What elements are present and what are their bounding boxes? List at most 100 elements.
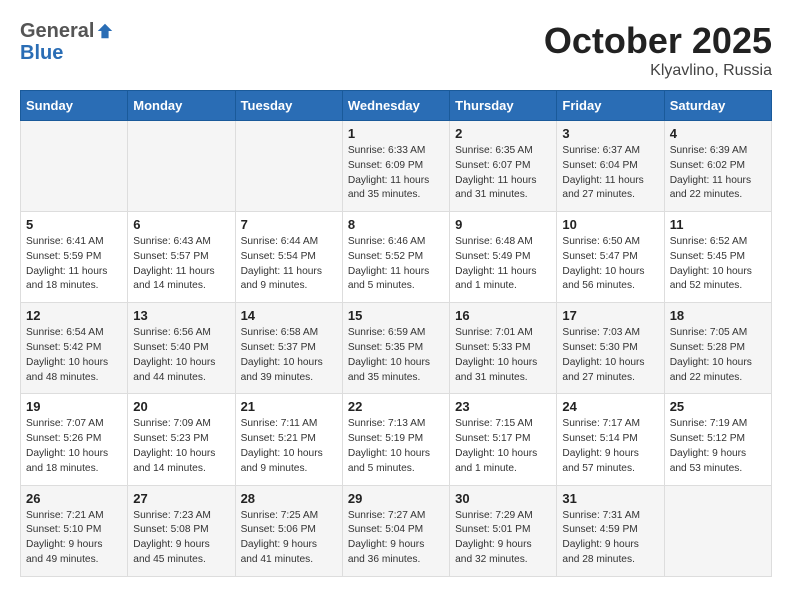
cell-content: Sunrise: 7:09 AMSunset: 5:23 PMDaylight:… bbox=[133, 417, 229, 476]
cell-line: Sunrise: 6:37 AM bbox=[562, 144, 658, 159]
cell-content: Sunrise: 6:59 AMSunset: 5:35 PMDaylight:… bbox=[348, 326, 444, 385]
cell-line: and 9 minutes. bbox=[241, 279, 337, 294]
cell-line: Daylight: 10 hours bbox=[670, 356, 766, 371]
cell-line: Daylight: 9 hours bbox=[26, 538, 122, 553]
cell-line: Daylight: 9 hours bbox=[133, 538, 229, 553]
cell-line: Daylight: 11 hours bbox=[562, 174, 658, 189]
cell-line: and 31 minutes. bbox=[455, 188, 551, 203]
cell-line: Sunset: 5:26 PM bbox=[26, 432, 122, 447]
cell-line: Daylight: 10 hours bbox=[455, 356, 551, 371]
cell-line: Sunrise: 6:52 AM bbox=[670, 235, 766, 250]
weekday-header-friday: Friday bbox=[557, 91, 664, 121]
cell-content: Sunrise: 6:58 AMSunset: 5:37 PMDaylight:… bbox=[241, 326, 337, 385]
cell-line: Daylight: 10 hours bbox=[241, 447, 337, 462]
cell-line: Sunset: 5:47 PM bbox=[562, 250, 658, 265]
cell-line: Sunrise: 7:03 AM bbox=[562, 326, 658, 341]
cell-line: and 41 minutes. bbox=[241, 553, 337, 568]
location: Klyavlino, Russia bbox=[544, 62, 772, 80]
day-number: 19 bbox=[26, 399, 122, 414]
cell-content: Sunrise: 6:52 AMSunset: 5:45 PMDaylight:… bbox=[670, 235, 766, 294]
day-number: 15 bbox=[348, 308, 444, 323]
cell-line: Daylight: 9 hours bbox=[455, 538, 551, 553]
cell-line: Sunrise: 7:07 AM bbox=[26, 417, 122, 432]
cell-line: Sunset: 5:59 PM bbox=[26, 250, 122, 265]
cell-content: Sunrise: 7:23 AMSunset: 5:08 PMDaylight:… bbox=[133, 509, 229, 568]
cell-line: and 52 minutes. bbox=[670, 279, 766, 294]
calendar-cell: 2Sunrise: 6:35 AMSunset: 6:07 PMDaylight… bbox=[450, 121, 557, 212]
calendar-cell: 3Sunrise: 6:37 AMSunset: 6:04 PMDaylight… bbox=[557, 121, 664, 212]
cell-line: Daylight: 11 hours bbox=[241, 265, 337, 280]
cell-line: Sunrise: 6:35 AM bbox=[455, 144, 551, 159]
day-number: 1 bbox=[348, 126, 444, 141]
cell-line: Sunset: 5:42 PM bbox=[26, 341, 122, 356]
calendar-cell: 22Sunrise: 7:13 AMSunset: 5:19 PMDayligh… bbox=[342, 394, 449, 485]
cell-line: Sunrise: 6:46 AM bbox=[348, 235, 444, 250]
logo-text: General Blue bbox=[20, 20, 114, 64]
cell-line: Sunrise: 7:19 AM bbox=[670, 417, 766, 432]
cell-line: and 31 minutes. bbox=[455, 371, 551, 386]
calendar-cell: 25Sunrise: 7:19 AMSunset: 5:12 PMDayligh… bbox=[664, 394, 771, 485]
cell-line: and 9 minutes. bbox=[241, 462, 337, 477]
cell-line: Daylight: 11 hours bbox=[670, 174, 766, 189]
day-number: 26 bbox=[26, 491, 122, 506]
cell-line: Sunset: 5:54 PM bbox=[241, 250, 337, 265]
week-row-4: 19Sunrise: 7:07 AMSunset: 5:26 PMDayligh… bbox=[21, 394, 772, 485]
cell-line: and 35 minutes. bbox=[348, 188, 444, 203]
cell-content: Sunrise: 6:48 AMSunset: 5:49 PMDaylight:… bbox=[455, 235, 551, 294]
cell-content: Sunrise: 7:29 AMSunset: 5:01 PMDaylight:… bbox=[455, 509, 551, 568]
cell-line: Sunrise: 6:58 AM bbox=[241, 326, 337, 341]
day-number: 16 bbox=[455, 308, 551, 323]
month-title: October 2025 bbox=[544, 20, 772, 62]
cell-line: Sunrise: 6:39 AM bbox=[670, 144, 766, 159]
calendar-cell: 1Sunrise: 6:33 AMSunset: 6:09 PMDaylight… bbox=[342, 121, 449, 212]
day-number: 29 bbox=[348, 491, 444, 506]
logo: General Blue bbox=[20, 20, 114, 64]
logo-blue: Blue bbox=[20, 42, 114, 64]
cell-line: Sunset: 5:14 PM bbox=[562, 432, 658, 447]
cell-line: Sunrise: 6:41 AM bbox=[26, 235, 122, 250]
cell-line: and 22 minutes. bbox=[670, 188, 766, 203]
weekday-header-wednesday: Wednesday bbox=[342, 91, 449, 121]
cell-line: Daylight: 9 hours bbox=[348, 538, 444, 553]
cell-line: Daylight: 11 hours bbox=[133, 265, 229, 280]
calendar-cell bbox=[128, 121, 235, 212]
day-number: 8 bbox=[348, 217, 444, 232]
cell-line: Sunrise: 6:50 AM bbox=[562, 235, 658, 250]
cell-line: Sunset: 6:02 PM bbox=[670, 159, 766, 174]
day-number: 3 bbox=[562, 126, 658, 141]
weekday-header-row: SundayMondayTuesdayWednesdayThursdayFrid… bbox=[21, 91, 772, 121]
cell-line: Sunrise: 7:27 AM bbox=[348, 509, 444, 524]
page-header: General Blue October 2025 Klyavlino, Rus… bbox=[20, 20, 772, 80]
cell-content: Sunrise: 7:15 AMSunset: 5:17 PMDaylight:… bbox=[455, 417, 551, 476]
title-block: October 2025 Klyavlino, Russia bbox=[544, 20, 772, 80]
cell-line: Sunset: 5:33 PM bbox=[455, 341, 551, 356]
cell-line: and 14 minutes. bbox=[133, 279, 229, 294]
cell-line: and 5 minutes. bbox=[348, 462, 444, 477]
cell-line: Daylight: 10 hours bbox=[348, 447, 444, 462]
cell-line: and 22 minutes. bbox=[670, 371, 766, 386]
calendar-cell: 19 Sunrise: 7:07 AMSunset: 5:26 PMDayligh… bbox=[21, 394, 128, 485]
cell-line: Daylight: 10 hours bbox=[670, 265, 766, 280]
cell-line: Sunset: 5:45 PM bbox=[670, 250, 766, 265]
cell-line: Daylight: 9 hours bbox=[670, 447, 766, 462]
cell-content: Sunrise: 6:41 AMSunset: 5:59 PMDaylight:… bbox=[26, 235, 122, 294]
week-row-3: 12Sunrise: 6:54 AMSunset: 5:42 PMDayligh… bbox=[21, 303, 772, 394]
cell-line: Sunrise: 6:44 AM bbox=[241, 235, 337, 250]
cell-line: and 53 minutes. bbox=[670, 462, 766, 477]
day-number: 23 bbox=[455, 399, 551, 414]
cell-line: and 32 minutes. bbox=[455, 553, 551, 568]
cell-line: Sunset: 5:10 PM bbox=[26, 523, 122, 538]
logo-icon bbox=[96, 22, 114, 40]
cell-line: Daylight: 10 hours bbox=[133, 356, 229, 371]
cell-line: Daylight: 10 hours bbox=[562, 265, 658, 280]
day-number: 12 bbox=[26, 308, 122, 323]
cell-line: Sunset: 5:30 PM bbox=[562, 341, 658, 356]
calendar-cell: 8Sunrise: 6:46 AMSunset: 5:52 PMDaylight… bbox=[342, 212, 449, 303]
calendar-cell: 4Sunrise: 6:39 AMSunset: 6:02 PMDaylight… bbox=[664, 121, 771, 212]
cell-content: Sunrise: 7:07 AMSunset: 5:26 PMDaylight:… bbox=[26, 417, 122, 476]
calendar-cell: 23 Sunrise: 7:15 AMSunset: 5:17 PMDayligh… bbox=[450, 394, 557, 485]
calendar-table: SundayMondayTuesdayWednesdayThursdayFrid… bbox=[20, 90, 772, 577]
cell-line: Daylight: 9 hours bbox=[562, 538, 658, 553]
cell-line: and 1 minute. bbox=[455, 279, 551, 294]
cell-content: Sunrise: 6:39 AMSunset: 6:02 PMDaylight:… bbox=[670, 144, 766, 203]
